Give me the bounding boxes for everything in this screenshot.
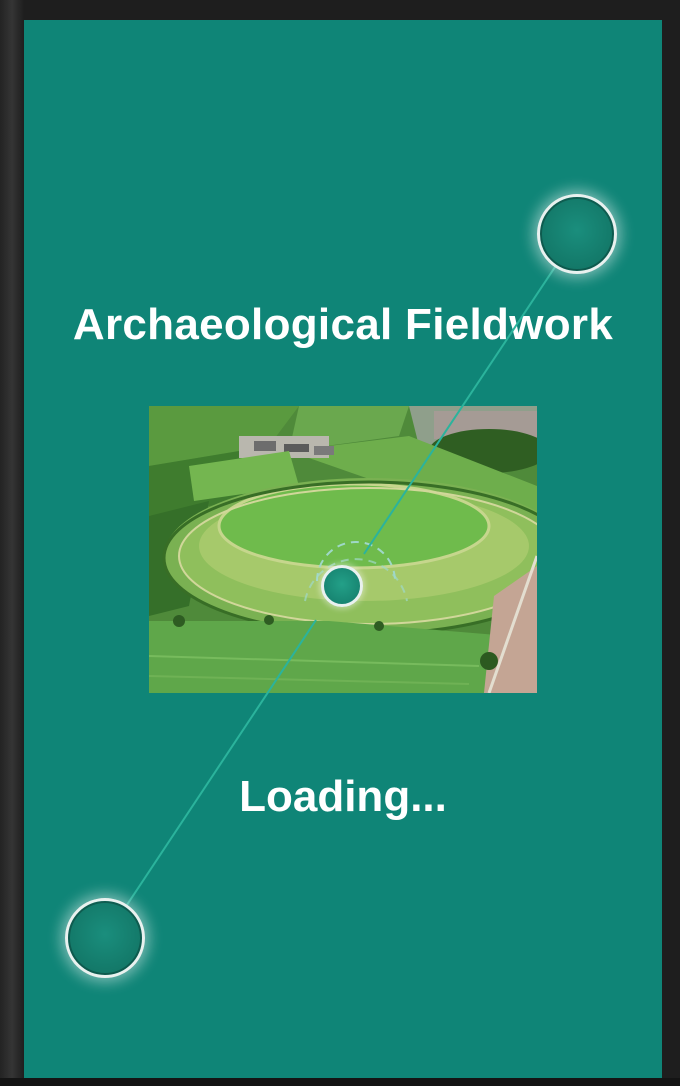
bottom-drag-handle[interactable] [65, 898, 145, 978]
center-target-handle[interactable] [321, 565, 363, 607]
device-bottom-bar [0, 1078, 680, 1086]
device-frame: Archaeological Fieldwork Loading... [0, 0, 680, 1086]
top-drag-handle[interactable] [537, 194, 617, 274]
app-screen: Archaeological Fieldwork Loading... [24, 20, 662, 1078]
loading-status: Loading... [239, 772, 447, 821]
